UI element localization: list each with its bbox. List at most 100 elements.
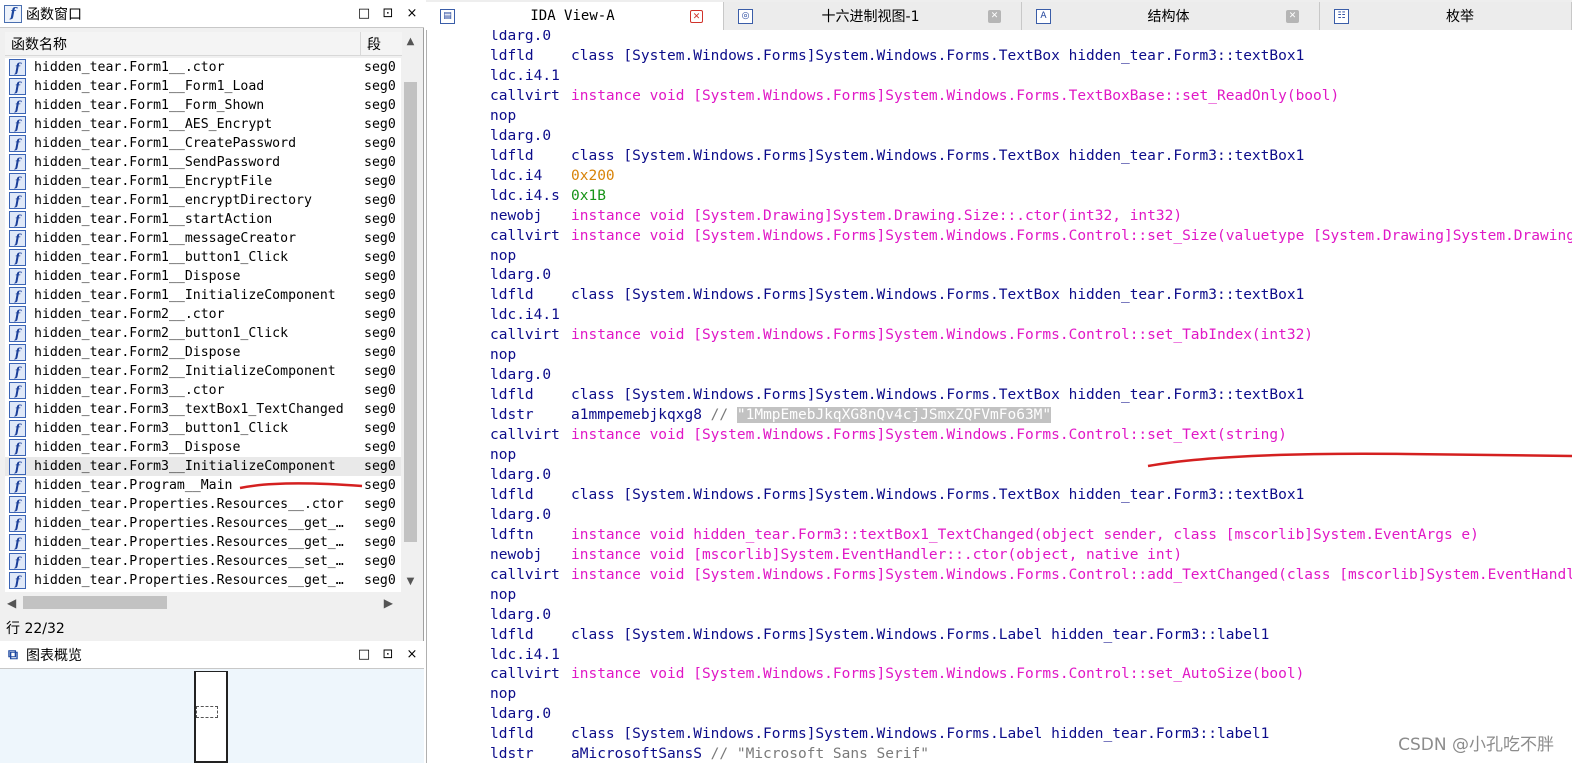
code-operand[interactable]: 0x200 — [571, 168, 615, 184]
close-button[interactable]: × — [400, 6, 424, 21]
code-line[interactable]: ldfld class [System.Windows.Forms]System.… — [490, 385, 1304, 405]
code-operand[interactable]: instance void [System.Windows.Forms]Syst… — [571, 327, 1313, 343]
function-list-item[interactable]: f hidden_tear.Form1__CreatePassword seg0 — [5, 134, 401, 153]
code-line[interactable]: callvirt instance void [System.Windows.Fo… — [490, 325, 1313, 345]
function-list-item[interactable]: f hidden_tear.Form2__Dispose seg0 — [5, 343, 401, 362]
tab-hex-view[interactable]: ◎ 十六进制视图-1 ✕ — [724, 2, 1022, 30]
code-operand[interactable]: instance void [System.Windows.Forms]Syst… — [571, 88, 1339, 104]
code-line[interactable]: ldc.i4.1 — [490, 645, 571, 665]
code-operand[interactable]: class [System.Windows.Forms]System.Windo… — [571, 148, 1304, 164]
code-operand[interactable]: instance void [System.Windows.Forms]Syst… — [571, 427, 1287, 443]
float-button[interactable]: □ — [352, 647, 376, 662]
function-list-hscrollbar[interactable]: ◀ ▶ — [5, 594, 401, 611]
column-header-name[interactable]: 函数名称 — [5, 32, 361, 55]
code-operand[interactable]: instance void [mscorlib]System.EventHand… — [571, 547, 1182, 563]
code-line[interactable]: ldc.i4.s 0x1B — [490, 186, 606, 206]
code-operand[interactable]: class [System.Windows.Forms]System.Windo… — [571, 287, 1304, 303]
code-line[interactable]: ldc.i4 0x200 — [490, 166, 615, 186]
function-list-item[interactable]: f hidden_tear.Form3__InitializeComponent s… — [5, 457, 401, 476]
code-line[interactable]: ldfld class [System.Windows.Forms]System.… — [490, 625, 1269, 645]
code-line[interactable]: ldarg.0 — [490, 126, 571, 146]
scroll-left-icon[interactable]: ◀ — [7, 596, 16, 610]
code-line[interactable]: callvirt instance void [System.Windows.Fo… — [490, 226, 1572, 246]
function-list-item[interactable]: f hidden_tear.Properties.Resources__set_…… — [5, 552, 401, 571]
code-line[interactable]: nop — [490, 684, 571, 704]
code-line[interactable]: ldarg.0 — [490, 265, 571, 285]
function-list-item[interactable]: f hidden_tear.Form1__InitializeComponent s… — [5, 286, 401, 305]
close-button[interactable]: × — [400, 647, 424, 662]
scroll-right-icon[interactable]: ▶ — [384, 596, 393, 610]
code-line[interactable]: callvirt instance void [System.Windows.Fo… — [490, 565, 1572, 585]
code-line[interactable]: ldarg.0 — [490, 505, 571, 525]
code-operand[interactable]: instance void hidden_tear.Form3::textBox… — [571, 527, 1479, 543]
function-list-item[interactable]: f hidden_tear.Form2__InitializeComponent s… — [5, 362, 401, 381]
code-line[interactable]: ldfld class [System.Windows.Forms]System.… — [490, 485, 1304, 505]
code-line[interactable]: ldc.i4.1 — [490, 305, 571, 325]
code-line[interactable]: ldfld class [System.Windows.Forms]System.… — [490, 46, 1304, 66]
code-operand[interactable]: class [System.Windows.Forms]System.Windo… — [571, 48, 1304, 64]
function-list-item[interactable]: f hidden_tear.Form1__AES_Encrypt seg0 — [5, 115, 401, 134]
function-list-item[interactable]: f hidden_tear.Form3__textBox1_TextChanged… — [5, 400, 401, 419]
code-operand[interactable]: instance void [System.Windows.Forms]Syst… — [571, 567, 1572, 583]
code-line[interactable]: callvirt instance void [System.Windows.Fo… — [490, 425, 1287, 445]
close-icon[interactable]: ✕ — [690, 9, 703, 23]
function-list-item[interactable]: f hidden_tear.Form3__Dispose seg0 — [5, 438, 401, 457]
code-operand[interactable]: a1mmpemebjkqxg8 — [571, 407, 702, 423]
code-operand[interactable]: aMicrosoftSansS — [571, 746, 702, 762]
code-operand[interactable]: class [System.Windows.Forms]System.Windo… — [571, 627, 1269, 643]
graph-overview-canvas[interactable] — [0, 669, 424, 763]
code-line[interactable]: ldarg.0 — [490, 365, 571, 385]
function-list-item[interactable]: f hidden_tear.Form2__.ctor seg0 — [5, 305, 401, 324]
code-line[interactable]: ldc.i4.1 — [490, 66, 571, 86]
code-operand[interactable]: class [System.Windows.Forms]System.Windo… — [571, 387, 1304, 403]
code-line[interactable]: nop — [490, 445, 571, 465]
function-list-item[interactable]: f hidden_tear.Form1__Form_Shown seg0 — [5, 96, 401, 115]
code-operand[interactable]: class [System.Windows.Forms]System.Windo… — [571, 487, 1304, 503]
scroll-up-icon[interactable]: ▲ — [402, 32, 419, 52]
graph-node[interactable] — [194, 671, 228, 763]
code-operand[interactable]: instance void [System.Windows.Forms]Syst… — [571, 666, 1304, 682]
hscroll-thumb[interactable] — [23, 596, 167, 609]
code-line[interactable]: ldarg.0 — [490, 704, 571, 724]
function-list-vscrollbar[interactable]: ▲ ▼ — [402, 32, 419, 592]
scroll-thumb[interactable] — [404, 82, 417, 542]
function-list-item[interactable]: f hidden_tear.Form1__messageCreator seg0 — [5, 229, 401, 248]
code-line[interactable]: nop — [490, 106, 571, 126]
function-list-item[interactable]: f hidden_tear.Form1__button1_Click seg0 — [5, 248, 401, 267]
function-list-item[interactable]: f hidden_tear.Form1__startAction seg0 — [5, 210, 401, 229]
graph-viewport-box[interactable] — [196, 706, 218, 718]
restore-button[interactable]: ⊡ — [376, 647, 400, 662]
function-list-item[interactable]: f hidden_tear.Properties.Resources__get_…… — [5, 514, 401, 533]
close-icon[interactable]: ✕ — [1286, 9, 1299, 23]
code-line[interactable]: ldfld class [System.Windows.Forms]System.… — [490, 146, 1304, 166]
code-line[interactable]: newobj instance void [System.Drawing]Syst… — [490, 206, 1182, 226]
code-operand[interactable]: 0x1B — [571, 188, 606, 204]
code-line[interactable]: nop — [490, 585, 571, 605]
code-line[interactable]: callvirt instance void [System.Windows.Fo… — [490, 86, 1339, 106]
function-list-item[interactable]: f hidden_tear.Properties.Resources__get_…… — [5, 571, 401, 590]
function-list-item[interactable]: f hidden_tear.Form3__.ctor seg0 — [5, 381, 401, 400]
tab-ida-view-a[interactable]: ▤ IDA View-A ✕ — [426, 2, 724, 30]
code-line[interactable]: ldftn instance void hidden_tear.Form3::te… — [490, 525, 1479, 545]
function-list-item[interactable]: f hidden_tear.Form1__SendPassword seg0 — [5, 153, 401, 172]
function-list-item[interactable]: f hidden_tear.Properties.Resources__.ctor… — [5, 495, 401, 514]
function-list-item[interactable]: f hidden_tear.Properties.Resources__get_…… — [5, 533, 401, 552]
close-icon[interactable]: ✕ — [988, 9, 1001, 23]
function-list-item[interactable]: f hidden_tear.Form1__Dispose seg0 — [5, 267, 401, 286]
disassembly-view[interactable]: ldarg.0 ldfld class [System.Windows.Forms… — [426, 30, 1572, 763]
restore-button[interactable]: ⊡ — [376, 6, 400, 21]
scroll-down-icon[interactable]: ▼ — [402, 572, 419, 592]
code-operand[interactable]: class [System.Windows.Forms]System.Windo… — [571, 726, 1269, 742]
code-line[interactable]: ldfld class [System.Windows.Forms]System.… — [490, 724, 1269, 744]
function-list[interactable]: f hidden_tear.Form1__.ctor seg0 f hidden_tea… — [5, 58, 401, 592]
function-list-item[interactable]: f hidden_tear.Form1__EncryptFile seg0 — [5, 172, 401, 191]
code-line[interactable]: newobj instance void [mscorlib]System.Eve… — [490, 545, 1182, 565]
column-header-segment[interactable]: 段 — [361, 34, 401, 54]
tab-structures[interactable]: A 结构体 ✕ — [1022, 2, 1320, 30]
code-operand[interactable]: instance void [System.Windows.Forms]Syst… — [571, 228, 1572, 244]
float-button[interactable]: □ — [352, 6, 376, 21]
code-line[interactable]: nop — [490, 345, 571, 365]
function-list-item[interactable]: f hidden_tear.Form3__button1_Click seg0 — [5, 419, 401, 438]
code-line[interactable]: ldarg.0 — [490, 30, 571, 46]
code-line[interactable]: nop — [490, 246, 571, 266]
